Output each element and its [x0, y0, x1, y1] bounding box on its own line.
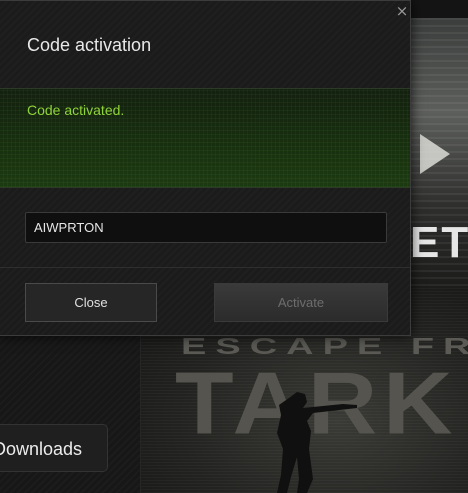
- activate-button[interactable]: Activate: [214, 283, 388, 322]
- play-icon[interactable]: [420, 134, 450, 174]
- close-button[interactable]: Close: [25, 283, 157, 322]
- downloads-button-label: Downloads: [0, 439, 83, 459]
- close-icon[interactable]: ×: [394, 3, 410, 19]
- activation-code-input[interactable]: [25, 212, 387, 243]
- dialog-divider: [0, 267, 410, 268]
- activation-status-panel: Code activated.: [0, 88, 410, 188]
- downloads-button[interactable]: Downloads: [0, 424, 108, 472]
- activation-status-text: Code activated.: [27, 102, 125, 118]
- soldier-silhouette-image: [277, 392, 357, 493]
- dialog-title: Code activation: [27, 35, 152, 55]
- video-title-fragment: ETE: [410, 218, 468, 267]
- launcher-window: ETE ESCAPE FR TARK Downloads Code activa…: [0, 0, 468, 493]
- code-activation-dialog: Code activation × Code activated. Close …: [0, 0, 411, 336]
